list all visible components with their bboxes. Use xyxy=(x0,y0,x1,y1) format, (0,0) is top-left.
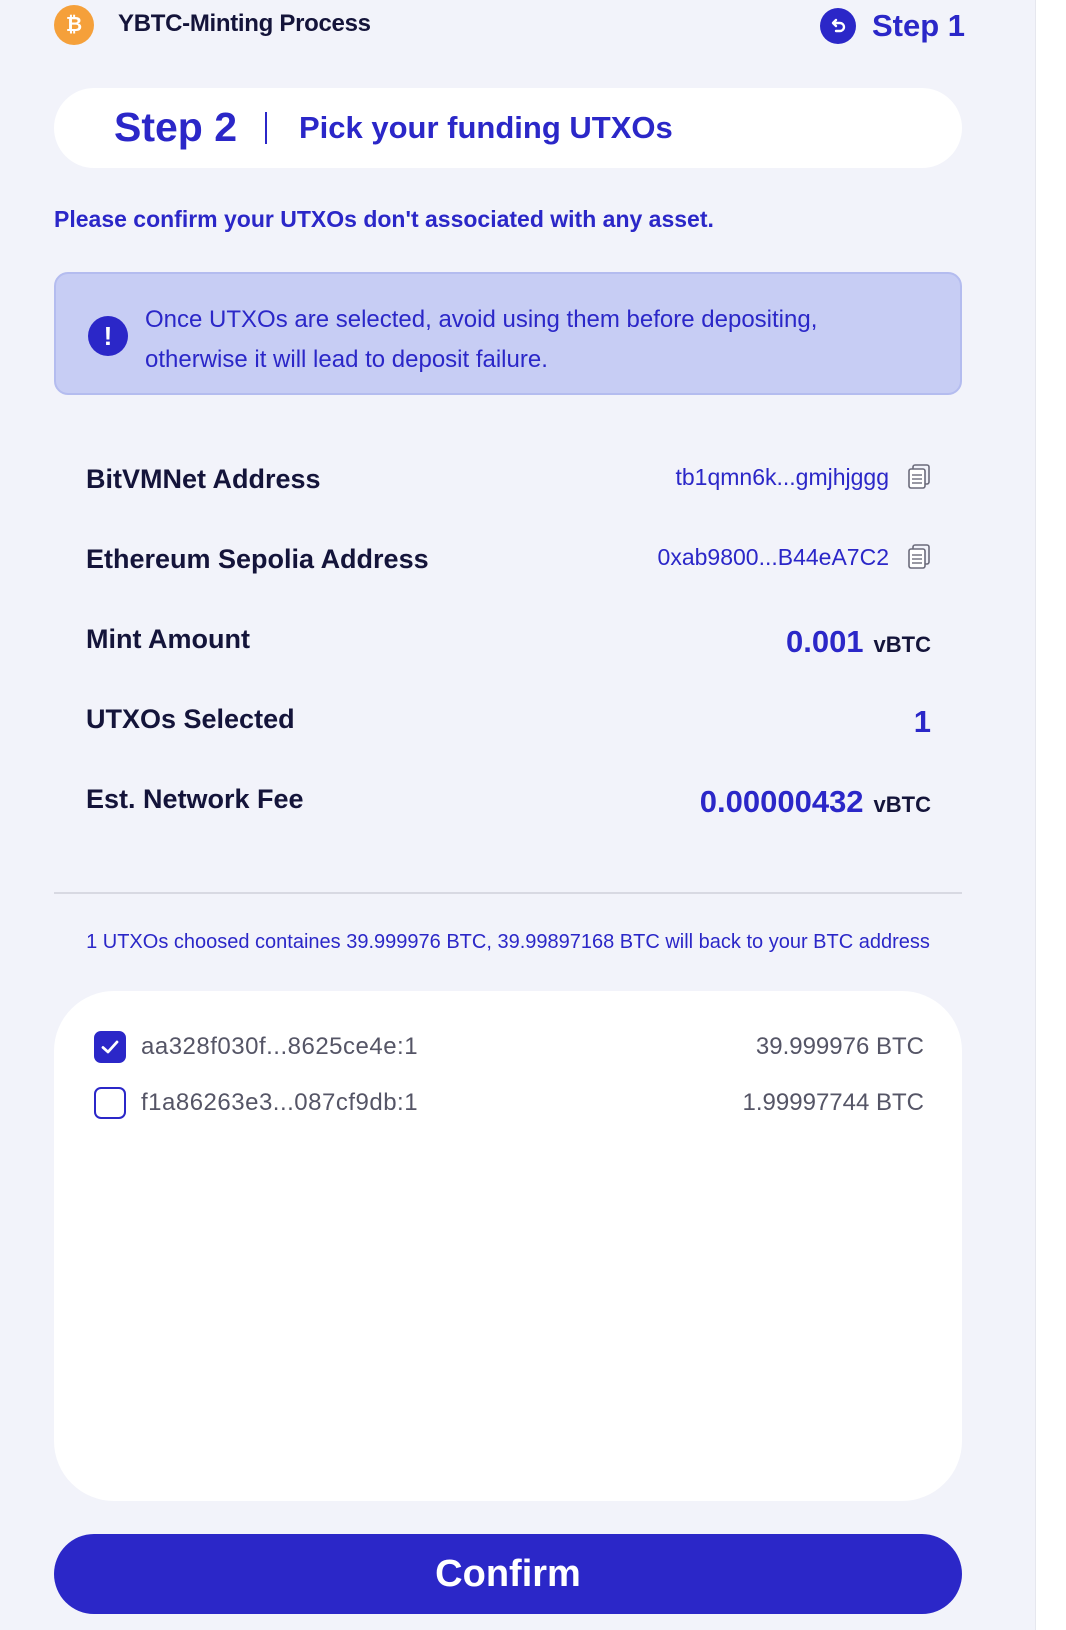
eth-address-text: 0xab9800...B44eA7C2 xyxy=(657,544,889,570)
mint-amount-number: 0.001 xyxy=(785,624,864,659)
utxo-id: f1a86263e3...087cf9db:1 xyxy=(141,1089,419,1116)
minting-panel: ₿ YBTC-Minting Process Step 1 Step 2 Pic… xyxy=(0,0,1035,1630)
copy-icon[interactable] xyxy=(907,464,931,495)
utxo-checkbox[interactable] xyxy=(94,1031,126,1063)
warning-text: Once UTXOs are selected, avoid using the… xyxy=(145,306,818,373)
utxo-list: aa328f030f...8625ce4e:1 39.999976 BTC f1… xyxy=(54,991,962,1501)
utxos-selected-row: UTXOs Selected 1 xyxy=(86,698,931,740)
bitvmnet-address-value: tb1qmn6k...gmjhjggg xyxy=(675,464,931,495)
bitvmnet-address-label: BitVMNet Address xyxy=(86,464,321,494)
network-fee-number: 0.00000432 xyxy=(699,784,864,819)
network-fee-row: Est. Network Fee 0.00000432 vBTC xyxy=(86,778,931,820)
utxo-item[interactable]: aa328f030f...8625ce4e:1 39.999976 BTC xyxy=(94,1029,924,1069)
divider xyxy=(54,892,962,894)
utxos-selected-label: UTXOs Selected xyxy=(86,704,295,734)
step-divider xyxy=(265,112,267,144)
checkmark-icon xyxy=(101,1040,119,1054)
header: ₿ YBTC-Minting Process Step 1 xyxy=(0,0,1035,56)
exclamation-icon: ! xyxy=(88,316,128,356)
back-to-step-1-button[interactable]: Step 1 xyxy=(820,4,965,48)
step-title: Pick your funding UTXOs xyxy=(299,110,673,145)
app-title: YBTC-Minting Process xyxy=(118,10,371,37)
utxo-amount: 1.99997744 BTC xyxy=(742,1089,924,1116)
bitvmnet-address-text: tb1qmn6k...gmjhjggg xyxy=(675,464,889,490)
back-step-label: Step 1 xyxy=(872,8,966,43)
utxos-selected-count: 1 xyxy=(913,704,931,739)
eth-address-row: Ethereum Sepolia Address 0xab9800...B44e… xyxy=(86,538,931,578)
page-edge xyxy=(1035,0,1066,1630)
mint-amount-unit: vBTC xyxy=(873,632,931,657)
utxo-id: aa328f030f...8625ce4e:1 xyxy=(141,1033,419,1060)
utxo-amount: 39.999976 BTC xyxy=(755,1033,924,1060)
utxo-item[interactable]: f1a86263e3...087cf9db:1 1.99997744 BTC xyxy=(94,1085,924,1125)
network-fee-label: Est. Network Fee xyxy=(86,784,304,814)
step-number: Step 2 xyxy=(114,104,238,150)
eth-address-value: 0xab9800...B44eA7C2 xyxy=(658,544,931,575)
mint-amount-row: Mint Amount 0.001 vBTC xyxy=(86,618,931,660)
back-arrow-icon xyxy=(820,8,856,44)
bitcoin-icon: ₿ xyxy=(54,5,94,45)
confirm-note: Please confirm your UTXOs don't associat… xyxy=(54,206,714,232)
utxo-summary: 1 UTXOs choosed containes 39.999976 BTC,… xyxy=(86,931,930,953)
eth-address-label: Ethereum Sepolia Address xyxy=(86,544,429,574)
mint-amount-value: 0.001 vBTC xyxy=(786,624,931,660)
utxo-checkbox[interactable] xyxy=(94,1087,126,1119)
copy-icon[interactable] xyxy=(907,544,931,575)
confirm-button[interactable]: Confirm xyxy=(54,1534,962,1614)
utxos-selected-value: 1 xyxy=(914,704,931,740)
bitvmnet-address-row: BitVMNet Address tb1qmn6k...gmjhjggg xyxy=(86,458,931,498)
mint-amount-label: Mint Amount xyxy=(86,624,250,654)
step-header-card: Step 2 Pick your funding UTXOs xyxy=(54,88,962,168)
network-fee-unit: vBTC xyxy=(873,792,931,817)
warning-banner: ! Once UTXOs are selected, avoid using t… xyxy=(54,272,962,395)
network-fee-value: 0.00000432 vBTC xyxy=(700,784,931,820)
